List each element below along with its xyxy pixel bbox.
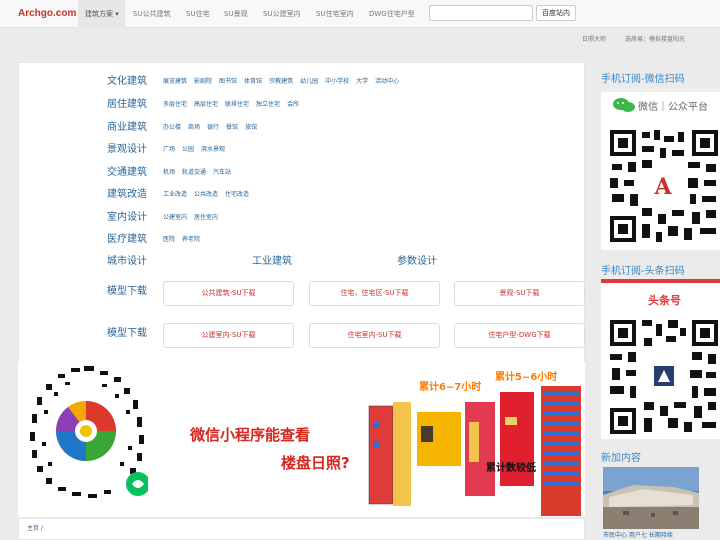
category-link[interactable]: 银行 bbox=[207, 124, 219, 131]
category-link[interactable]: 滨水景观 bbox=[201, 146, 225, 153]
banner-tag-3: 累计数较低 bbox=[486, 463, 536, 474]
download-button[interactable]: 住宅户型-DWG下载 bbox=[454, 323, 585, 348]
category-link[interactable]: 机场 bbox=[163, 169, 175, 176]
breadcrumb-home[interactable]: 主页 / bbox=[27, 525, 43, 532]
toutiao-qr-code-icon bbox=[608, 318, 720, 436]
download-button[interactable]: 公建室内-SU下载 bbox=[163, 323, 294, 348]
category-link[interactable]: 轨道交通 bbox=[182, 169, 206, 176]
nav-item-su-public-interior[interactable]: SU公建室内 bbox=[263, 9, 301, 19]
top-navbar: Archgo.com 建筑方案 ▾ SU公共建筑 SU住宅 SU景观 SU公建室… bbox=[0, 0, 720, 28]
breadcrumb: 主页 / bbox=[18, 518, 585, 540]
category-link[interactable]: 公建室内 bbox=[163, 214, 187, 221]
sunlight-master-link[interactable]: 日照大师 bbox=[582, 34, 606, 43]
section-header-urban[interactable]: 城市设计 bbox=[107, 252, 147, 267]
mini-program-code-icon bbox=[30, 366, 148, 498]
category-title[interactable]: 居住建筑 bbox=[107, 95, 147, 110]
category-link[interactable]: 影剧院 bbox=[194, 78, 212, 85]
nav-item-su-house-interior[interactable]: SU住宅室内 bbox=[316, 9, 354, 19]
category-title[interactable]: 景观设计 bbox=[107, 140, 147, 155]
nav-item-architecture[interactable]: 建筑方案 ▾ bbox=[85, 9, 119, 19]
download-button[interactable]: 公共建筑-SU下载 bbox=[163, 281, 294, 306]
category-link[interactable]: 独立住宅 bbox=[256, 101, 280, 108]
category-links: 展览建筑 影剧院 图书馆 体育馆 宗教建筑 幼儿园 中小学校 大学 活动中心 bbox=[163, 76, 406, 85]
category-link[interactable]: 医院 bbox=[163, 236, 175, 243]
category-link[interactable]: 宗教建筑 bbox=[269, 78, 293, 85]
nav-item-su-house[interactable]: SU住宅 bbox=[186, 9, 210, 19]
recent-content-thumbnail[interactable] bbox=[603, 467, 699, 529]
category-links: 公建室内 居住室内 bbox=[163, 212, 225, 221]
toutiao-top-bar bbox=[601, 279, 720, 283]
category-title[interactable]: 文化建筑 bbox=[107, 72, 147, 87]
search-input[interactable] bbox=[429, 5, 533, 21]
wechat-label: 微信｜公众平台 bbox=[638, 102, 708, 113]
category-title[interactable]: 室内设计 bbox=[107, 208, 147, 223]
category-link[interactable]: 展览建筑 bbox=[163, 78, 187, 85]
category-link[interactable]: 公园 bbox=[182, 146, 194, 153]
category-title[interactable]: 交通建筑 bbox=[107, 163, 147, 178]
category-link[interactable]: 体育馆 bbox=[244, 78, 262, 85]
recent-content-caption[interactable]: 市民中心 用户七 长期持续 bbox=[603, 530, 673, 539]
category-links: 办公楼 商场 银行 餐馆 旅馆 bbox=[163, 122, 264, 131]
nav-item-dwg-plan[interactable]: DWG住宅户型 bbox=[369, 9, 415, 19]
category-link[interactable]: 办公楼 bbox=[163, 124, 181, 131]
category-links: 广场 公园 滨水景观 bbox=[163, 144, 232, 153]
section-header-parametric[interactable]: 参数设计 bbox=[397, 252, 437, 267]
category-title[interactable]: 商业建筑 bbox=[107, 118, 147, 133]
category-link[interactable]: 活动中心 bbox=[375, 78, 399, 85]
banner-line-1: 微信小程序能查看 bbox=[190, 426, 311, 444]
nav-item-su-public[interactable]: SU公共建筑 bbox=[133, 9, 171, 19]
category-link[interactable]: 大学 bbox=[356, 78, 368, 85]
category-links: 工业改造 公共改造 住宅改造 bbox=[163, 189, 256, 198]
category-link[interactable]: 高层住宅 bbox=[194, 101, 218, 108]
search-button[interactable]: 百度站内 bbox=[536, 5, 576, 21]
category-link[interactable]: 工业改造 bbox=[163, 191, 187, 198]
recent-content-title: 新加内容 bbox=[601, 453, 641, 464]
banner-line-2: 楼盘日照? bbox=[281, 454, 350, 472]
category-link[interactable]: 联排住宅 bbox=[225, 101, 249, 108]
category-link[interactable]: 公共改造 bbox=[194, 191, 218, 198]
category-link[interactable]: 多层住宅 bbox=[163, 101, 187, 108]
download-button[interactable]: 住宅、住宅区-SU下载 bbox=[309, 281, 440, 306]
download-button[interactable]: 景观-SU下载 bbox=[454, 281, 585, 306]
svg-text:A: A bbox=[653, 174, 672, 200]
toutiao-label: 头条号 bbox=[648, 294, 681, 307]
nav-item-su-landscape[interactable]: SU景观 bbox=[224, 9, 248, 19]
sunlight-sim-link[interactable]: 选房易：模拟楼盘阳光 bbox=[625, 34, 685, 43]
download-button[interactable]: 住宅室内-SU下载 bbox=[309, 323, 440, 348]
category-link[interactable]: 幼儿园 bbox=[300, 78, 318, 85]
section-header-industrial[interactable]: 工业建筑 bbox=[252, 252, 292, 267]
category-link[interactable]: 汽车站 bbox=[213, 169, 231, 176]
category-link[interactable]: 餐馆 bbox=[226, 124, 238, 131]
toutiao-subscribe-title: 手机订阅-头条扫码 bbox=[601, 266, 685, 277]
banner-tag-1: 累计6~7小时 bbox=[419, 382, 482, 393]
category-link[interactable]: 广场 bbox=[163, 146, 175, 153]
category-link[interactable]: 居住室内 bbox=[194, 214, 218, 221]
wechat-qr-code-icon: A bbox=[608, 128, 720, 244]
wechat-subscribe-title: 手机订阅-微信扫码 bbox=[601, 74, 685, 85]
category-links: 机场 轨道交通 汽车站 bbox=[163, 167, 238, 176]
divider bbox=[601, 88, 720, 92]
wechat-logo-icon bbox=[613, 98, 635, 112]
category-link[interactable]: 中小学校 bbox=[325, 78, 349, 85]
banner-tag-2: 累计5~6小时 bbox=[495, 372, 558, 383]
model-download-label: 模型下载 bbox=[107, 286, 147, 297]
category-link[interactable]: 会所 bbox=[287, 101, 299, 108]
category-link[interactable]: 图书馆 bbox=[219, 78, 237, 85]
category-link[interactable]: 住宅改造 bbox=[225, 191, 249, 198]
category-title[interactable]: 建筑改造 bbox=[107, 185, 147, 200]
model-download-label: 模型下载 bbox=[107, 328, 147, 339]
category-link[interactable]: 旅馆 bbox=[245, 124, 257, 131]
promo-banner[interactable]: 微信小程序能查看 楼盘日照? 累计6~7小时 累计5~6小时 累计数较低 bbox=[18, 362, 585, 517]
category-title[interactable]: 医疗建筑 bbox=[107, 230, 147, 245]
site-logo[interactable]: Archgo.com bbox=[18, 8, 76, 19]
category-links: 医院 养老院 bbox=[163, 234, 207, 243]
category-link[interactable]: 商场 bbox=[188, 124, 200, 131]
category-link[interactable]: 养老院 bbox=[182, 236, 200, 243]
category-links: 多层住宅 高层住宅 联排住宅 独立住宅 会所 bbox=[163, 99, 306, 108]
